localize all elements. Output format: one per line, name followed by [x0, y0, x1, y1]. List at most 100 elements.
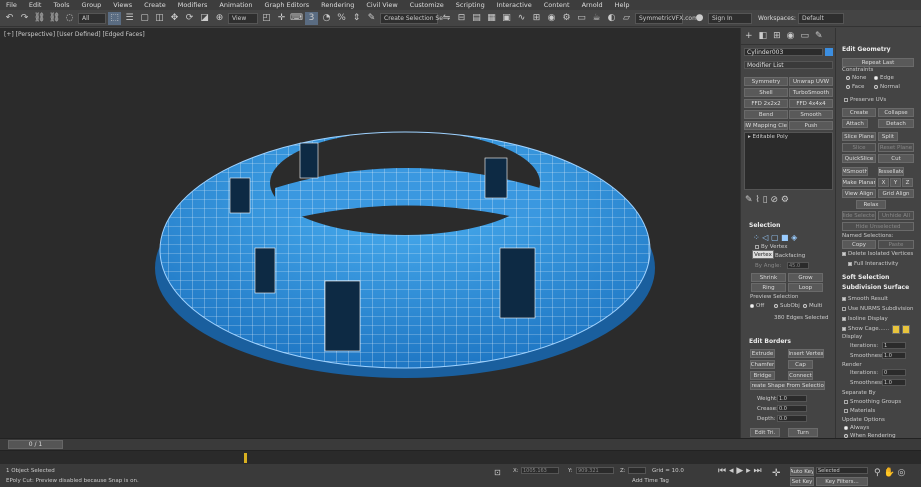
- preview-subobj-radio[interactable]: SubObj: [774, 303, 800, 309]
- menu-civil-view[interactable]: Civil View: [360, 1, 403, 9]
- ring-button[interactable]: Ring: [751, 283, 786, 292]
- add-time-tag[interactable]: Add Time Tag: [632, 478, 669, 484]
- menu-edit[interactable]: Edit: [23, 1, 48, 9]
- snaps-toggle-icon[interactable]: 3: [305, 11, 318, 25]
- extrude-button[interactable]: Extrude: [750, 349, 775, 358]
- view-align-button[interactable]: View Align: [842, 189, 876, 198]
- modify-tab-icon[interactable]: ◧: [759, 31, 768, 41]
- rotate-icon[interactable]: ⟳: [183, 12, 196, 25]
- connect-button[interactable]: Connect: [788, 371, 813, 380]
- symmetry-button[interactable]: Symmetry: [744, 77, 788, 86]
- chamfer-button[interactable]: Chamfer: [750, 360, 775, 369]
- viewport-nav-icons[interactable]: ⚲ ✋ ◎: [874, 468, 905, 478]
- constraint-none-radio[interactable]: None: [846, 75, 866, 81]
- display-tab-icon[interactable]: ▭: [800, 31, 809, 41]
- layer-explorer-icon[interactable]: ▦: [485, 12, 498, 25]
- keyframe-marker[interactable]: [244, 453, 247, 463]
- isoline-display-checkbox[interactable]: Isoline Display: [842, 316, 888, 322]
- auto-key-button[interactable]: Auto Key: [790, 467, 814, 476]
- preview-off-radio[interactable]: Off: [750, 303, 764, 309]
- slice-button[interactable]: Slice: [842, 143, 876, 152]
- align-icon[interactable]: ⊟: [455, 12, 468, 25]
- menu-content[interactable]: Content: [538, 1, 576, 9]
- move-icon[interactable]: ✥: [168, 12, 181, 25]
- subdivision-surface-header[interactable]: Subdivision Surface: [842, 284, 909, 291]
- schematic-view-icon[interactable]: ⊞: [530, 12, 543, 25]
- constraint-normal-radio[interactable]: Normal: [874, 84, 900, 90]
- unlink-icon[interactable]: ⛓: [48, 12, 61, 25]
- grow-button[interactable]: Grow: [788, 273, 823, 282]
- bind-space-warp-icon[interactable]: ◌: [63, 12, 76, 25]
- perspective-viewport[interactable]: [+] [Perspective] [User Defined] [Edged …: [0, 28, 740, 438]
- workspace-dropdown[interactable]: Default: [797, 12, 844, 24]
- z-coordinate-field[interactable]: [628, 467, 646, 474]
- relax-button[interactable]: Relax: [856, 200, 886, 209]
- slice-plane-button[interactable]: Slice Plane: [842, 132, 876, 141]
- cap-button[interactable]: Cap: [788, 360, 813, 369]
- menu-interactive[interactable]: Interactive: [491, 1, 538, 9]
- mirror-icon[interactable]: ⇋: [440, 12, 453, 25]
- reference-coordinate-dropdown[interactable]: View: [228, 12, 258, 24]
- full-interactivity-checkbox[interactable]: Full Interactivity: [848, 261, 898, 267]
- edit-borders-rollout-header[interactable]: Edit Borders: [749, 338, 791, 345]
- pin-stack-icon[interactable]: ✎ ⌇ ▯ ⊘ ⚙: [745, 195, 789, 205]
- msmooth-button[interactable]: MSmooth: [842, 167, 868, 176]
- create-tab-icon[interactable]: +: [745, 31, 753, 41]
- constraint-face-radio[interactable]: Face: [846, 84, 864, 90]
- select-manipulate-icon[interactable]: ✛: [275, 12, 288, 25]
- reset-plane-button[interactable]: Reset Plane: [878, 143, 914, 152]
- soft-selection-header[interactable]: Soft Selection: [842, 274, 889, 281]
- menu-scripting[interactable]: Scripting: [450, 1, 491, 9]
- menu-arnold[interactable]: Arnold: [576, 1, 609, 9]
- render-setup-icon[interactable]: ⚙: [560, 12, 573, 25]
- spinner-snap-icon[interactable]: ⇕: [350, 12, 363, 25]
- scene-explorer-icon[interactable]: ▤: [470, 12, 483, 25]
- nw-mapping-button[interactable]: NW Mapping Clea: [744, 121, 788, 130]
- iterations-field[interactable]: 1: [882, 342, 906, 349]
- sign-in-button[interactable]: Sign In: [708, 12, 752, 24]
- menu-group[interactable]: Group: [76, 1, 108, 9]
- time-slider[interactable]: 0 / 1: [8, 440, 63, 449]
- quickslice-button[interactable]: QuickSlice: [842, 154, 876, 163]
- ribbon-icon[interactable]: ▣: [500, 12, 513, 25]
- show-cage-checkbox[interactable]: Show Cage......: [842, 326, 889, 332]
- select-by-name-icon[interactable]: ☰: [123, 12, 136, 25]
- curve-editor-icon[interactable]: ∿: [515, 12, 528, 25]
- key-filters-button[interactable]: Key Filters...: [816, 477, 868, 486]
- menu-file[interactable]: File: [0, 1, 23, 9]
- playback-controls-icon[interactable]: ⏮ ◂ ▶ ▸ ⏭: [718, 466, 762, 476]
- edit-geometry-header[interactable]: Edit Geometry: [842, 46, 891, 53]
- menu-modifiers[interactable]: Modifiers: [172, 1, 214, 9]
- isolate-selection-icon[interactable]: ⊡: [494, 468, 501, 477]
- use-nurms-checkbox[interactable]: Use NURMS Subdivision: [842, 306, 913, 312]
- detach-button[interactable]: Detach: [878, 119, 914, 128]
- smooth-button[interactable]: Smooth: [789, 110, 833, 119]
- folder-icon[interactable]: ▱: [620, 12, 633, 25]
- by-angle-field[interactable]: 45.0: [787, 262, 809, 269]
- hide-selected-button[interactable]: Hide Selected: [842, 211, 876, 220]
- selection-rollout-header[interactable]: Selection: [749, 222, 780, 229]
- user-icon[interactable]: ●: [693, 12, 706, 25]
- link-icon[interactable]: ⛓: [33, 12, 46, 25]
- grid-align-button[interactable]: Grid Align: [878, 189, 914, 198]
- weight-field[interactable]: 1.0: [777, 395, 807, 402]
- modifier-stack[interactable]: ▸ Editable Poly: [744, 132, 833, 190]
- select-object-icon[interactable]: ⬚: [108, 11, 121, 25]
- menu-help[interactable]: Help: [609, 1, 636, 9]
- shell-button[interactable]: Shell: [744, 88, 788, 97]
- menu-graph-editors[interactable]: Graph Editors: [259, 1, 316, 9]
- redo-icon[interactable]: ↷: [18, 12, 31, 25]
- push-button[interactable]: Push: [789, 121, 833, 130]
- make-planar-x-button[interactable]: X: [878, 178, 889, 187]
- crease-field[interactable]: 0.0: [777, 405, 807, 412]
- bend-button[interactable]: Bend: [744, 110, 788, 119]
- repeat-last-button[interactable]: Repeat Last: [842, 58, 914, 67]
- unhide-all-button[interactable]: Unhide All: [878, 211, 914, 220]
- turbosmooth-button[interactable]: TurboSmooth: [789, 88, 833, 97]
- smoothness-field[interactable]: 1.0: [882, 352, 906, 359]
- percent-snap-icon[interactable]: %: [335, 12, 348, 25]
- materials-checkbox[interactable]: Materials: [844, 408, 875, 414]
- menu-tools[interactable]: Tools: [47, 1, 75, 9]
- ffd-2x2x2-button[interactable]: FFD 2x2x2: [744, 99, 788, 108]
- hide-unselected-button[interactable]: Hide Unselected: [842, 222, 914, 231]
